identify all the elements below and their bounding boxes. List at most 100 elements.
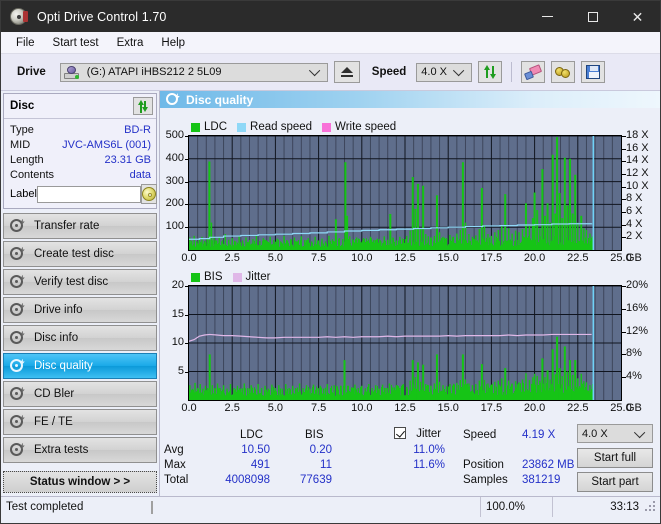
test-speed-select[interactable]: 4.0 X [577,424,653,443]
resize-grip[interactable] [644,500,658,514]
sidebar-item-disc-info[interactable]: Disc info [3,325,157,351]
bis-chart-x-tick: 10.0 [351,402,373,414]
sidebar-item-verify-test-disc[interactable]: Verify test disc [3,269,157,295]
bis-chart-plot [188,285,622,401]
start-full-button[interactable]: Start full [577,448,653,468]
save-button[interactable] [581,61,606,83]
legend-swatch [191,122,200,132]
disc-row-value: BD-R [124,123,151,136]
disc-label-input[interactable] [36,185,141,203]
ldc-chart-plot [188,135,622,251]
drive-toolbar: Drive (G:) ATAPI iHBS212 2 5L09 Speed 4.… [1,54,660,91]
bis-chart-y2-tick: 16% [626,301,649,314]
axis-tick [622,199,626,201]
erase-button[interactable] [521,61,546,83]
menu-help[interactable]: Help [152,35,194,51]
status-window-button[interactable]: Status window > > [3,471,157,493]
axis-tick [622,161,626,163]
stats-col-ldc: LDC [240,429,264,441]
axis-tick [622,186,626,188]
sidebar-item-label: FE / TE [34,416,73,428]
stats-samples-value: 381219 [522,474,561,486]
axis-tick [622,148,626,150]
disc-row-value: JVC-AMS6L (001) [62,138,151,151]
stats-row-max: Max [164,459,186,471]
menu-file[interactable]: File [7,35,44,51]
bis-chart-y2-tick: 8% [626,347,642,360]
sidebar-item-label: CD Bler [34,388,75,400]
minimize-button[interactable] [525,1,570,32]
bis-chart-x-unit: GB [626,402,642,414]
ldc-chart-x-tick: 2.5 [224,252,240,264]
axis-tick [185,286,188,287]
jitter-label: Jitter [416,428,442,440]
ldc-chart-x-tick: 15.0 [437,252,459,264]
eject-icon [340,67,353,73]
eject-button[interactable] [333,61,360,83]
start-part-button[interactable]: Start part [577,472,653,492]
content-panel: Disc quality LDC Read speed Write speed 100… [159,91,660,496]
ldc-chart-x-tick: 10.0 [351,252,373,264]
speed-select[interactable]: 4.0 X [416,62,473,82]
disc-row-value: data [129,168,151,181]
sidebar-item-label: Transfer rate [34,220,100,232]
bis-chart-y2-tick: 12% [626,324,649,337]
disc-label-apply-button[interactable] [140,184,157,204]
stats-jitter-avg: 11.0% [413,444,445,456]
menu-extra[interactable]: Extra [108,35,153,51]
sidebar-item-extra-tests[interactable]: Extra tests [3,437,157,463]
axis-tick [622,354,626,356]
axis-tick [185,227,188,229]
stats-speed-label: Speed [463,429,497,441]
legend-swatch [322,122,332,132]
sidebar-item-create-test-disc[interactable]: Create test disc [3,241,157,267]
ldc-chart-legend: LDC Read speed Write speed [191,121,402,133]
save-icon [586,65,601,79]
sidebar-item-fe-te[interactable]: FE / TE [3,409,157,435]
disc-test-icon [10,442,25,458]
ldc-chart-y2-tick: 4 X [626,217,643,230]
sidebar-item-disc-quality[interactable]: Disc quality [3,353,157,379]
eraser-icon [524,63,543,80]
axis-tick [622,212,626,213]
sidebar-item-drive-info[interactable]: Drive info [3,297,157,323]
axis-tick [622,286,626,287]
stats-col-bis: BIS [305,429,324,441]
jitter-checkbox[interactable] [394,427,406,439]
disc-refresh-button[interactable] [133,97,153,115]
bis-chart-y-tick: 5 [177,364,184,377]
axis-tick [622,224,626,226]
drive-icon [63,65,79,79]
sidebar-item-label: Disc quality [34,360,93,372]
jitter-checkbox-wrap[interactable]: Jitter [394,427,441,440]
bis-chart-x-tick: 0.0 [181,402,197,414]
ldc-chart-y-tick: 400 [165,151,184,164]
title-bar: Opti Drive Control 1.70 ✕ [1,1,660,32]
drive-select[interactable]: (G:) ATAPI iHBS212 2 5L09 [59,62,328,82]
ldc-chart-x-tick: 0.0 [181,252,197,264]
refresh-button[interactable] [478,61,503,83]
maximize-button[interactable] [570,1,615,32]
stats-row-avg: Avg [164,444,184,456]
sidebar-item-transfer-rate[interactable]: Transfer rate [3,213,157,239]
sidebar-item-label: Create test disc [34,248,114,260]
disc-test-icon [10,414,25,430]
ldc-chart-x-tick: 7.5 [310,252,327,264]
disc-panel-header: Disc [4,94,156,119]
axis-tick [622,136,626,137]
sidebar-item-label: Drive info [34,304,83,316]
legend-label: Read speed [250,121,313,133]
progress-percent: 100.0% [480,497,552,517]
disc-label-key: Label [10,188,37,200]
ldc-chart-x-tick: 17.5 [480,252,503,264]
disc-panel-title: Disc [10,100,35,112]
key-button[interactable] [551,61,576,83]
sidebar-item-cd-bler[interactable]: CD Bler [3,381,157,407]
nav-list: Transfer rate Create test disc Verify te… [3,213,157,463]
menu-start-test[interactable]: Start test [44,35,108,51]
sidebar: Disc Type BD-R MID JVC-AMS6L (001) Lengt… [1,91,159,496]
stats-ldc-avg: 10.50 [241,444,270,456]
close-button[interactable]: ✕ [615,1,660,32]
ldc-chart-y2-tick: 12 X [626,167,649,179]
disc-row-key: MID [10,138,31,151]
